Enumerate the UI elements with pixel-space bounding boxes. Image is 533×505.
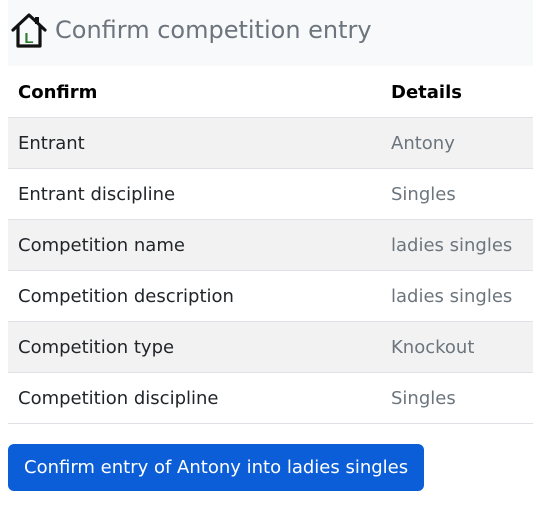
row-label: Entrant	[8, 117, 381, 169]
house-icon[interactable]: L	[10, 12, 48, 48]
row-label: Competition name	[8, 219, 381, 271]
row-label: Entrant discipline	[8, 168, 381, 220]
table-row: Competition name ladies singles	[8, 219, 533, 271]
confirm-entry-button[interactable]: Confirm entry of Antony into ladies sing…	[8, 444, 425, 491]
column-header-confirm: Confirm	[8, 67, 381, 118]
row-value: ladies singles	[381, 219, 533, 271]
row-value: Singles	[381, 168, 533, 220]
table-row: Entrant discipline Singles	[8, 168, 533, 220]
page-header: L Confirm competition entry	[8, 0, 533, 66]
table-row: Competition description ladies singles	[8, 270, 533, 322]
row-label: Competition type	[8, 321, 381, 373]
confirm-table: Confirm Details Entrant Antony Entrant d…	[8, 67, 533, 424]
logo-letter: L	[24, 30, 33, 47]
column-header-details: Details	[381, 67, 533, 118]
row-value: Antony	[381, 117, 533, 169]
row-label: Competition description	[8, 270, 381, 322]
table-row: Competition discipline Singles	[8, 372, 533, 424]
row-value: ladies singles	[381, 270, 533, 322]
table-row: Entrant Antony	[8, 117, 533, 169]
table-header-row: Confirm Details	[8, 67, 533, 118]
row-value: Knockout	[381, 321, 533, 373]
row-value: Singles	[381, 372, 533, 424]
row-label: Competition discipline	[8, 372, 381, 424]
page-title: Confirm competition entry	[55, 16, 372, 44]
table-row: Competition type Knockout	[8, 321, 533, 373]
